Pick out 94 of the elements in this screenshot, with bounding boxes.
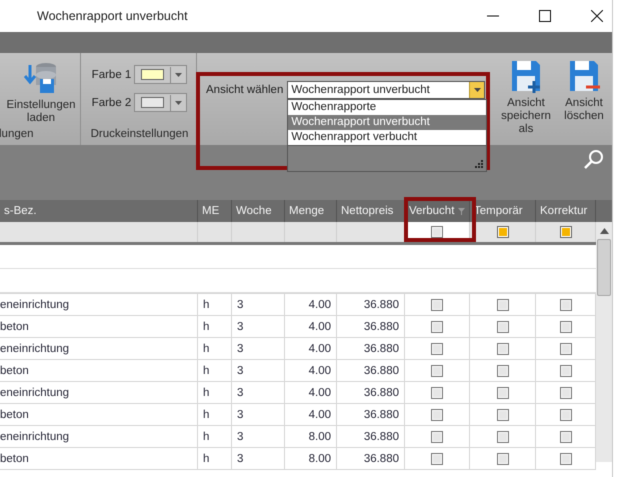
- table-cell: 36.880: [337, 404, 405, 425]
- color-picker[interactable]: [134, 93, 188, 112]
- row-checkbox[interactable]: [431, 408, 443, 420]
- row-checkbox[interactable]: [431, 364, 443, 376]
- filter-checkbox[interactable]: [496, 226, 508, 238]
- resize-grip-icon[interactable]: [475, 160, 484, 168]
- row-checkbox[interactable]: [496, 298, 508, 310]
- table-cell: h: [198, 426, 232, 447]
- table-cell: 3: [232, 338, 285, 359]
- table-cell: 36.880: [337, 382, 405, 403]
- row-checkbox[interactable]: [431, 298, 443, 310]
- row-checkbox[interactable]: [496, 342, 508, 354]
- row-checkbox[interactable]: [431, 386, 443, 398]
- row-checkbox[interactable]: [560, 298, 572, 310]
- row-checkbox[interactable]: [496, 452, 508, 464]
- dropdown-button[interactable]: [469, 82, 484, 98]
- row-checkbox[interactable]: [431, 320, 443, 332]
- row-checkbox[interactable]: [560, 320, 572, 332]
- floppy-plus-icon: [510, 59, 542, 93]
- table-cell: 4.00: [285, 382, 337, 403]
- database-download-icon: [24, 61, 58, 95]
- table-cell: 3: [232, 360, 285, 381]
- table-cell: h: [198, 338, 232, 359]
- table-cell: eneinrichtung: [0, 294, 198, 315]
- table-cell: 36.880: [337, 448, 405, 469]
- row-checkbox[interactable]: [496, 364, 508, 376]
- scroll-thumb[interactable]: [597, 239, 611, 296]
- table-cell: h: [198, 360, 232, 381]
- search-icon[interactable]: [584, 149, 604, 169]
- dropdown-option[interactable]: Wochenrapporte: [288, 100, 486, 115]
- row-checkbox[interactable]: [431, 452, 443, 464]
- scrollbar[interactable]: [596, 222, 612, 462]
- column-header[interactable]: Verbucht: [405, 200, 470, 222]
- row-checkbox[interactable]: [496, 386, 508, 398]
- dropdown-option[interactable]: Wochenrapport unverbucht: [288, 115, 486, 130]
- table-cell: h: [198, 382, 232, 403]
- close-icon[interactable]: [591, 10, 603, 22]
- filter-checkbox[interactable]: [560, 226, 572, 238]
- row-checkbox[interactable]: [560, 408, 572, 420]
- table-cell: 8.00: [285, 426, 337, 447]
- maximize-icon[interactable]: [539, 10, 551, 22]
- row-checkbox[interactable]: [560, 452, 572, 464]
- row-checkbox[interactable]: [560, 342, 572, 354]
- row-checkbox[interactable]: [496, 408, 508, 420]
- row-checkbox[interactable]: [431, 342, 443, 354]
- row-checkbox[interactable]: [496, 430, 508, 442]
- table-cell: 3: [232, 316, 285, 337]
- caret-icon: [474, 88, 481, 92]
- group-label: lungen: [0, 128, 34, 140]
- dropdown-option[interactable]: Wochenrapport verbucht: [288, 130, 486, 145]
- table-cell: eneinrichtung: [0, 382, 198, 403]
- table-cell: beton: [0, 316, 198, 337]
- table-cell: beton: [0, 404, 198, 425]
- scroll-up-icon[interactable]: [600, 228, 608, 234]
- table-cell: 3: [232, 404, 285, 425]
- color-label: Farbe 2: [92, 96, 132, 108]
- row-checkbox[interactable]: [560, 386, 572, 398]
- view-label: Ansicht wählen: [206, 84, 284, 96]
- table-cell: 4.00: [285, 294, 337, 315]
- table-cell: 36.880: [337, 294, 405, 315]
- highlight-frame: [404, 197, 476, 242]
- table-cell: 3: [232, 382, 285, 403]
- row-checkbox[interactable]: [496, 320, 508, 332]
- group-label: Druckeinstellungen: [90, 128, 188, 140]
- row-checkbox[interactable]: [560, 430, 572, 442]
- table-cell: h: [198, 316, 232, 337]
- color-label: Farbe 1: [92, 68, 132, 80]
- color-picker[interactable]: [134, 65, 188, 84]
- table-cell: 36.880: [337, 360, 405, 381]
- table-cell: 3: [232, 426, 285, 447]
- table-cell: beton: [0, 360, 198, 381]
- floppy-minus-icon: [568, 59, 600, 93]
- save-view-as-button[interactable]: Ansicht speichern als: [493, 53, 559, 145]
- table-cell: 36.880: [337, 426, 405, 447]
- table-cell: h: [198, 448, 232, 469]
- table-cell: h: [198, 294, 232, 315]
- table-cell: 36.880: [337, 338, 405, 359]
- window-title: Wochenrapport unverbucht: [37, 9, 188, 23]
- table-cell: 4.00: [285, 316, 337, 337]
- table-cell: h: [198, 404, 232, 425]
- delete-view-button[interactable]: Ansicht löschen: [559, 53, 609, 145]
- table-cell: eneinrichtung: [0, 426, 198, 447]
- table-cell: 4.00: [285, 338, 337, 359]
- table-cell: beton: [0, 448, 198, 469]
- table-cell: 8.00: [285, 448, 337, 469]
- table-cell: 36.880: [337, 316, 405, 337]
- filter-checkbox[interactable]: [431, 226, 443, 238]
- table-cell: 4.00: [285, 404, 337, 425]
- table-cell: 4.00: [285, 360, 337, 381]
- table-cell: eneinrichtung: [0, 338, 198, 359]
- table-cell: 3: [232, 448, 285, 469]
- row-checkbox[interactable]: [431, 430, 443, 442]
- row-checkbox[interactable]: [560, 364, 572, 376]
- table-cell: 3: [232, 294, 285, 315]
